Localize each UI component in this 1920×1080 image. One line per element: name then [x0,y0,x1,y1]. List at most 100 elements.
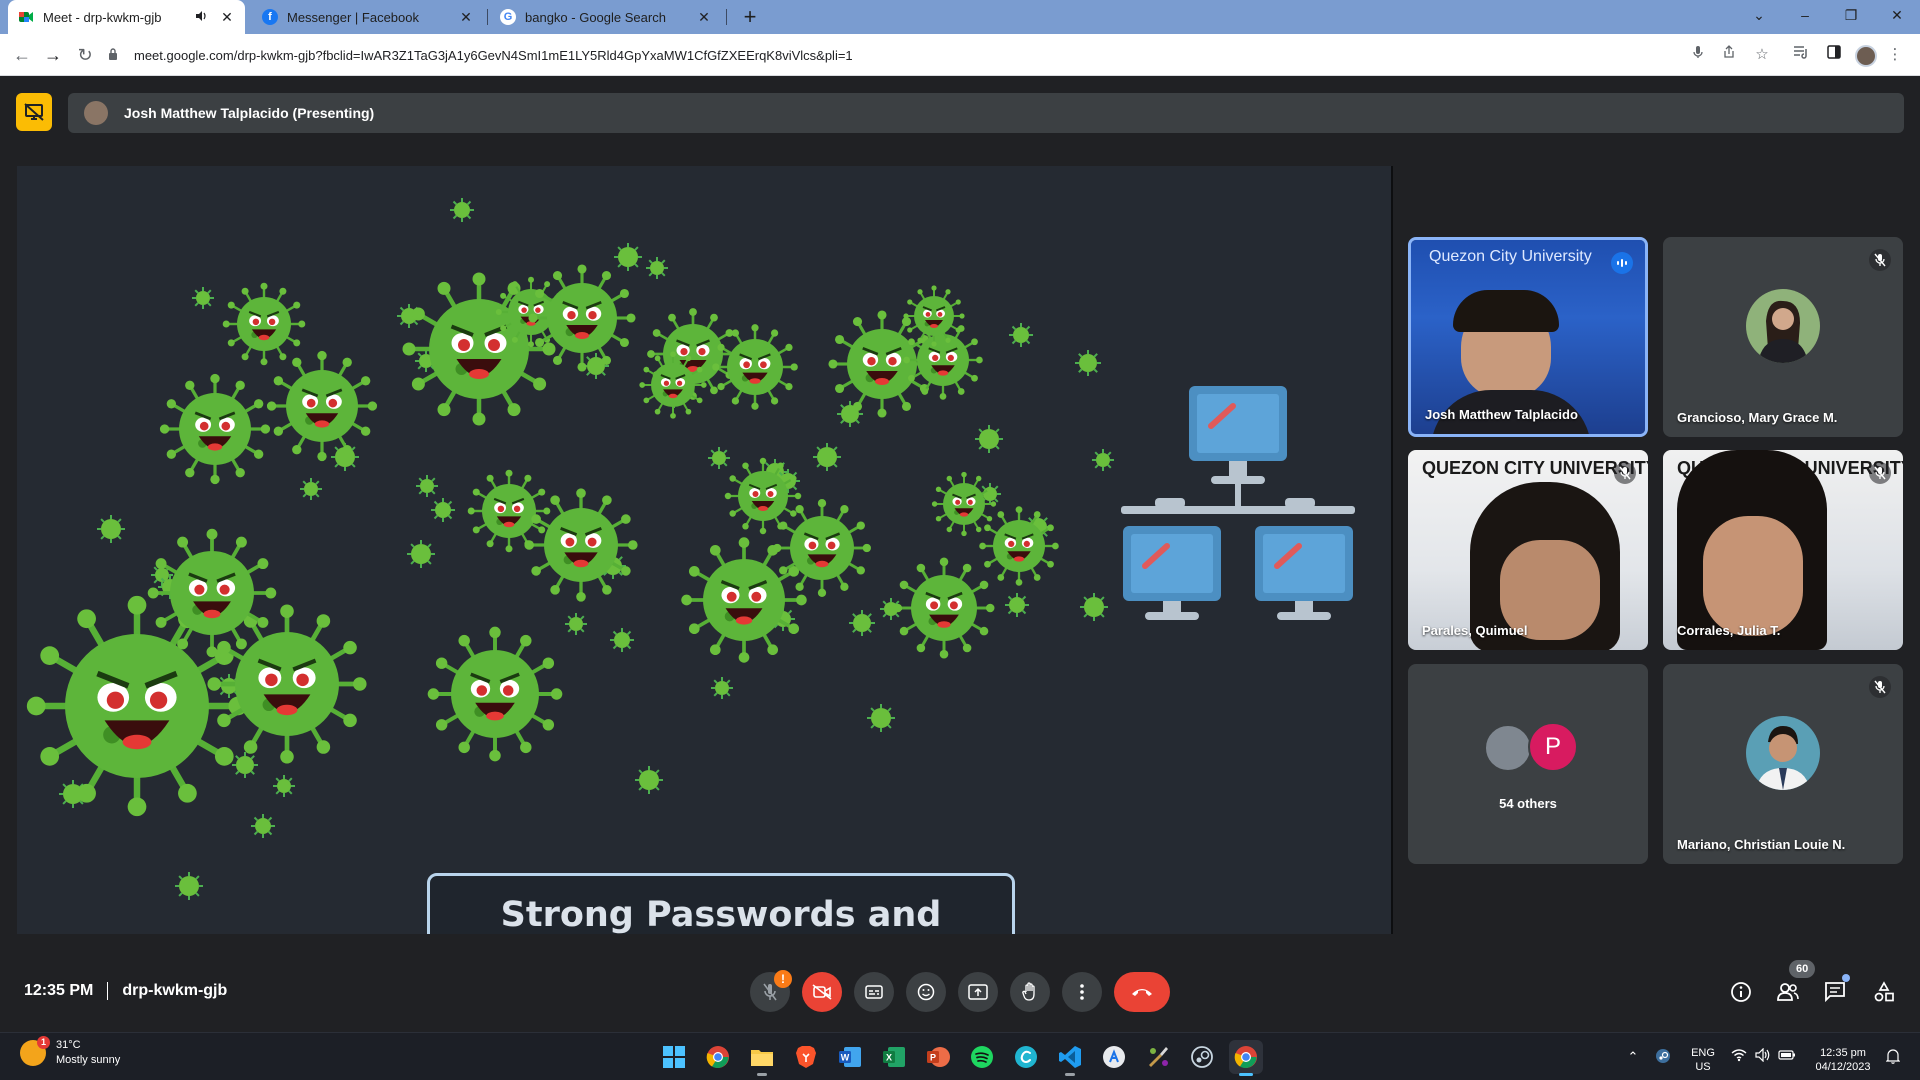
virus-particle [646,257,668,279]
stop-presenting-icon[interactable] [16,93,52,131]
virus-character [147,528,277,658]
participant-name: Grancioso, Mary Grace M. [1677,410,1838,425]
svg-text:P: P [930,1053,936,1063]
meeting-details-icon[interactable] [1725,976,1757,1008]
people-icon[interactable] [1772,976,1804,1008]
browser-toolbar: ← → ↻ meet.google.com/drp-kwkm-gjb?fbcli… [0,34,1920,76]
participant-avatar [1484,724,1532,772]
restore-button[interactable]: ❐ [1828,0,1874,30]
captions-button[interactable] [854,972,894,1012]
virus-particle [175,872,203,900]
spotify-app-icon[interactable] [965,1040,999,1074]
weather-widget[interactable]: 1 31°C Mostly sunny [20,1036,120,1068]
virus-particle [1075,350,1101,376]
virus-particle [867,704,895,732]
powerpoint-app-icon[interactable]: P [921,1040,955,1074]
brave-browser-icon[interactable] [789,1040,823,1074]
battery-icon[interactable] [1778,1048,1796,1066]
participant-avatar [1746,289,1820,363]
language-indicator[interactable]: ENG US [1688,1046,1718,1074]
show-hidden-icons-chevron[interactable]: ⌃ [1624,1048,1642,1066]
profile-avatar[interactable] [1855,45,1877,67]
participant-tile[interactable]: Mariano, Christian Louie N. [1663,664,1903,864]
steam-tray-icon[interactable] [1654,1048,1672,1066]
close-tab-icon[interactable]: ✕ [458,9,474,26]
virus-character [266,350,378,462]
participant-avatar [1746,716,1820,790]
virus-particle [431,498,455,522]
word-app-icon[interactable]: W [833,1040,867,1074]
virus-particle [565,613,587,635]
emoji-reaction-button[interactable] [906,972,946,1012]
new-tab-button[interactable]: + [737,4,763,30]
chat-unread-dot [1842,974,1850,982]
forward-arrow-icon[interactable]: → [40,42,66,68]
virus-character [467,469,551,553]
stage-divider [1391,166,1393,934]
virus-particle [849,610,875,636]
excel-app-icon[interactable]: X [877,1040,911,1074]
more-options-icon[interactable]: ⋮ [1882,42,1908,68]
meeting-time: 12:35 PM [24,982,94,999]
camera-off-button[interactable] [802,972,842,1012]
svg-text:X: X [886,1053,892,1063]
region-code: US [1695,1061,1711,1073]
mic-off-icon [1614,462,1636,484]
virus-particle [975,425,1003,453]
canva-app-icon[interactable] [1009,1040,1043,1074]
reload-icon[interactable]: ↻ [72,42,98,68]
lock-icon[interactable] [108,47,122,63]
participant-tile[interactable]: QUEZON CITY UNIVERSITY Parales, Quimuel [1408,450,1648,650]
close-window-button[interactable]: ✕ [1874,0,1920,30]
minimize-button[interactable]: – [1782,0,1828,30]
app-store-icon[interactable] [1097,1040,1131,1074]
microphone-icon[interactable] [1685,42,1711,68]
share-icon[interactable] [1716,42,1742,68]
close-tab-icon[interactable]: ✕ [219,9,235,26]
chrome-app-icon[interactable] [701,1040,735,1074]
notification-bell-icon[interactable] [1884,1048,1902,1066]
tab-messenger[interactable]: f Messenger | Facebook ✕ [252,0,484,34]
bookmark-star-icon[interactable]: ☆ [1749,42,1775,68]
virus-particle [300,478,322,500]
leave-call-button[interactable] [1114,972,1170,1012]
presentation-slide: Strong Passwords and Multi-Factor Authen… [17,166,1391,934]
participant-name: Mariano, Christian Louie N. [1677,837,1846,852]
virus-particle [708,447,730,469]
virus-character [773,499,871,597]
url-text: meet.google.com/drp-kwkm-gjb?fbclid=IwAR… [134,47,853,63]
tab-title: bangko - Google Search [525,9,666,25]
tab-search-icon[interactable]: ⌄ [1736,0,1782,30]
file-explorer-icon[interactable] [745,1040,779,1076]
activities-icon[interactable] [1868,976,1900,1008]
more-options-button[interactable] [1062,972,1102,1012]
steam-app-icon[interactable] [1185,1040,1219,1074]
participant-tile[interactable]: Quezon City University Josh Matthew Talp… [1408,237,1648,437]
video-banner-text: Quezon City University [1429,248,1592,265]
virus-particle [251,814,275,838]
raise-hand-button[interactable] [1010,972,1050,1012]
others-tile[interactable]: 54 others [1408,664,1648,864]
speaker-icon[interactable] [195,10,207,25]
vscode-app-icon[interactable] [1053,1040,1087,1076]
close-tab-icon[interactable]: ✕ [696,9,712,26]
volume-icon[interactable] [1754,1047,1772,1066]
tab-google-search[interactable]: G bangko - Google Search ✕ [490,0,722,34]
participant-tile[interactable]: Grancioso, Mary Grace M. [1663,237,1903,437]
game-app-icon[interactable] [1141,1040,1175,1074]
side-panel-icon[interactable] [1821,42,1847,68]
participant-initial-avatar: P [1528,722,1578,772]
participant-name: Corrales, Julia T. [1677,623,1781,638]
system-clock[interactable]: 12:35 pm 04/12/2023 [1812,1046,1874,1074]
chrome-active-app-icon[interactable] [1229,1040,1263,1076]
virus-particle [1009,323,1033,347]
address-bar[interactable]: meet.google.com/drp-kwkm-gjb?fbclid=IwAR… [108,39,1768,71]
participant-tile[interactable]: QUEZON CITY UNIVERSITY Corrales, Julia T… [1663,450,1903,650]
tab-meet[interactable]: Meet - drp-kwkm-gjb ✕ [8,0,245,34]
mic-off-icon [1869,462,1891,484]
present-screen-button[interactable] [958,972,998,1012]
media-control-icon[interactable] [1788,42,1814,68]
start-button-icon[interactable] [657,1040,691,1074]
wifi-icon[interactable] [1730,1048,1748,1066]
back-arrow-icon[interactable]: ← [9,42,35,68]
